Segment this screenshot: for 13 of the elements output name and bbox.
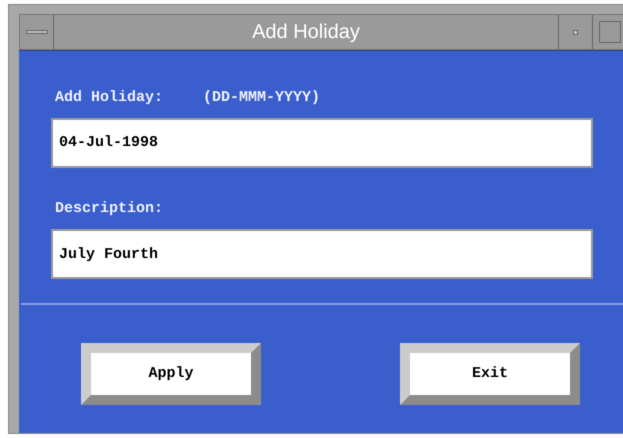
window-menu-button[interactable] <box>20 15 54 49</box>
minimize-button[interactable] <box>558 15 592 49</box>
exit-button[interactable]: Exit <box>400 343 580 405</box>
apply-button[interactable]: Apply <box>81 343 261 405</box>
square-icon <box>598 21 620 43</box>
maximize-button[interactable] <box>592 15 623 49</box>
date-format-hint: (DD-MMM-YYYY) <box>203 88 320 108</box>
description-label: Description: <box>55 198 164 218</box>
minus-icon <box>26 30 48 34</box>
date-field[interactable]: 04-Jul-1998 <box>51 118 593 168</box>
description-field[interactable]: July Fourth <box>51 229 593 279</box>
window-title: Add Holiday <box>54 15 558 49</box>
date-label: Add Holiday: <box>55 88 164 108</box>
